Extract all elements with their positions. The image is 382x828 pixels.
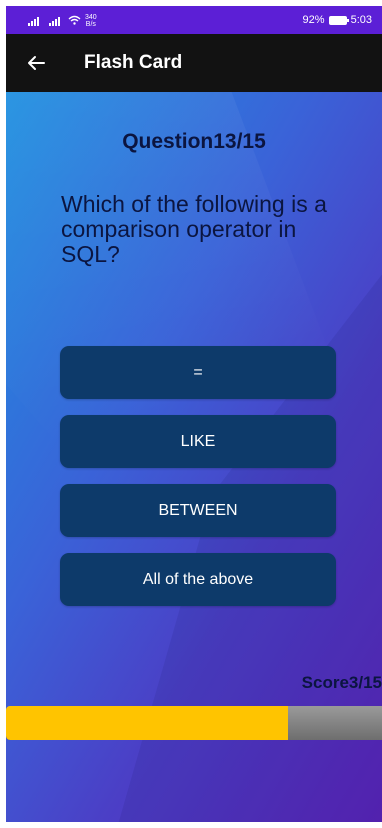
progress-bar bbox=[6, 706, 382, 740]
option-button[interactable]: LIKE bbox=[60, 415, 336, 468]
question-counter: Question13/15 bbox=[122, 130, 266, 153]
option-button[interactable]: = bbox=[60, 346, 336, 399]
status-right: 92% 5:03 bbox=[303, 14, 372, 26]
question-text: Which of the following is a comparison o… bbox=[61, 191, 327, 267]
network-speed-value: 340 bbox=[85, 14, 97, 21]
quiz-content: Question13/15 Which of the following is … bbox=[6, 92, 382, 822]
signal-icon bbox=[28, 16, 39, 26]
arrow-left-icon[interactable] bbox=[24, 51, 48, 75]
progress-fill bbox=[6, 706, 288, 740]
status-bar: 340 B/s 92% 5:03 bbox=[6, 6, 382, 34]
app-screen: 340 B/s 92% 5:03 Flash Card Question13/1… bbox=[6, 6, 382, 822]
app-title: Flash Card bbox=[84, 52, 183, 73]
network-speed-unit: B/s bbox=[85, 21, 96, 28]
clock: 5:03 bbox=[350, 14, 372, 26]
wifi-icon bbox=[68, 15, 81, 28]
option-button[interactable]: All of the above bbox=[60, 553, 336, 606]
app-bar: Flash Card bbox=[6, 34, 382, 92]
battery-icon bbox=[328, 15, 349, 25]
status-left: 340 B/s bbox=[28, 14, 97, 28]
network-speed: 340 B/s bbox=[85, 14, 97, 28]
score-label: Score3/15 bbox=[301, 673, 382, 692]
signal-icon bbox=[49, 16, 60, 26]
option-button[interactable]: BETWEEN bbox=[60, 484, 336, 537]
battery-percent: 92% bbox=[302, 14, 325, 26]
